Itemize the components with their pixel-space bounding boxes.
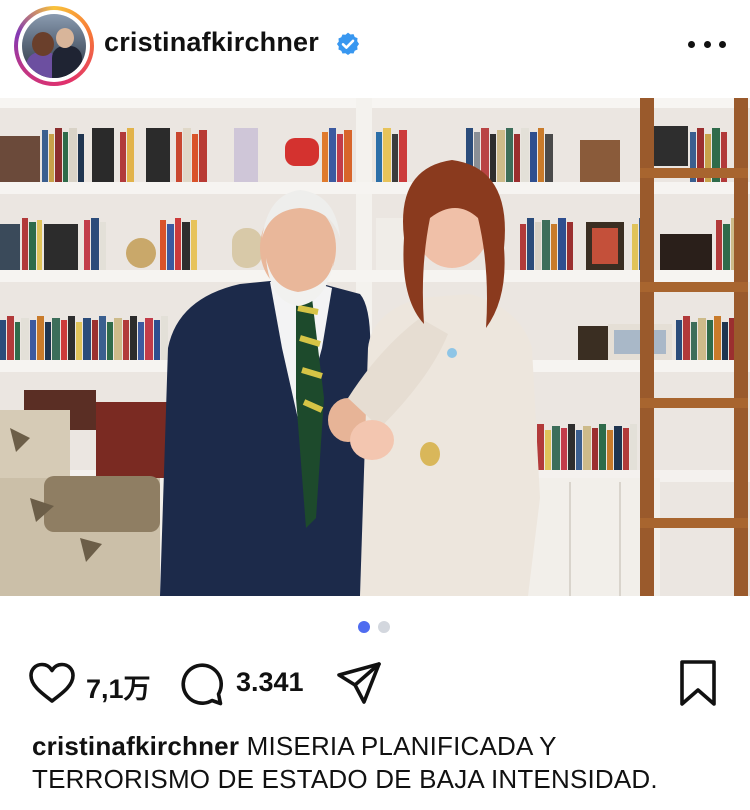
post-header: cristinafkirchner	[0, 0, 750, 90]
heart-icon[interactable]	[28, 661, 76, 705]
comment-count[interactable]: 3.341	[236, 667, 304, 698]
comment-bubble-icon[interactable]	[178, 661, 224, 707]
carousel-dot	[378, 621, 390, 633]
like-count[interactable]: 7,1万	[86, 667, 151, 706]
post-caption: cristinafkirchner MISERIA PLANIFICADA Y …	[32, 730, 722, 796]
story-ring-avatar[interactable]	[14, 6, 94, 86]
carousel-indicator	[358, 621, 392, 635]
carousel-dot-active	[358, 621, 370, 633]
bookmark-icon[interactable]	[676, 659, 720, 707]
post-photo	[0, 98, 750, 596]
post-image[interactable]	[0, 98, 750, 596]
caption-username[interactable]: cristinafkirchner	[32, 731, 239, 761]
post-username[interactable]: cristinafkirchner	[104, 27, 319, 58]
avatar[interactable]	[22, 14, 86, 78]
post-action-bar: 7,1万 3.341	[0, 655, 750, 711]
more-options-icon[interactable]	[686, 30, 728, 58]
verified-badge-icon	[336, 32, 360, 56]
paper-plane-icon[interactable]	[336, 661, 382, 705]
